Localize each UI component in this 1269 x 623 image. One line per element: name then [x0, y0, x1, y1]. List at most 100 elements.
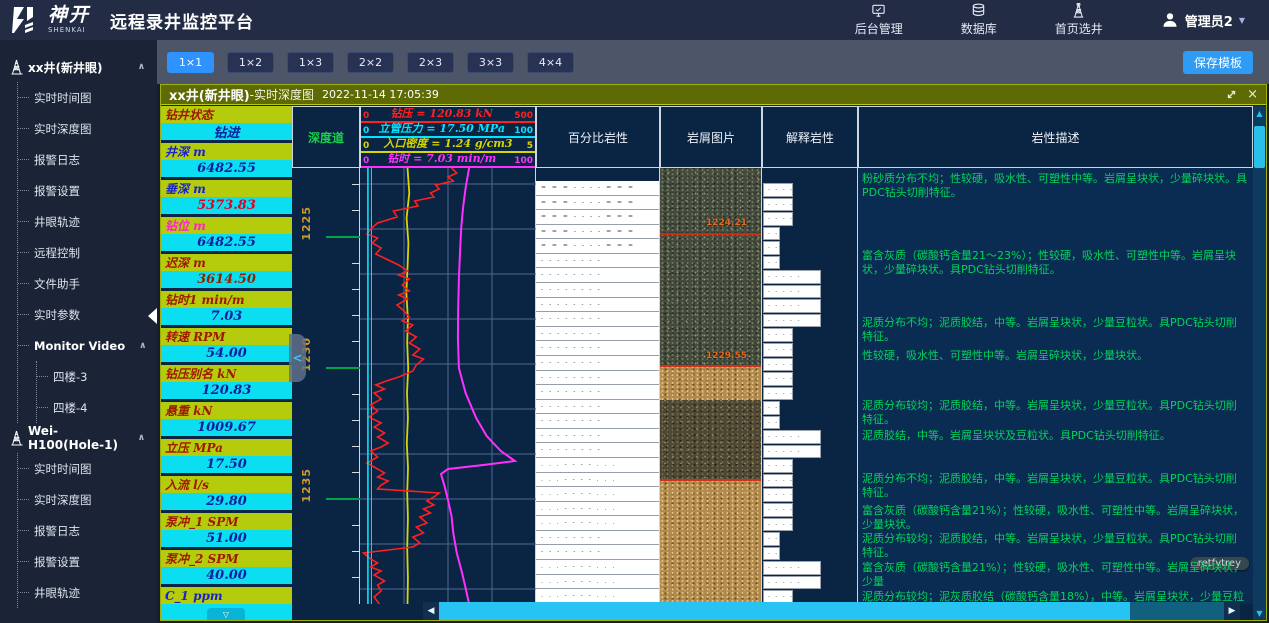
grid-button-1×1[interactable]: 1×1 [167, 52, 214, 73]
litho-description-text: 富含灰质（碳酸钙含量21～23%）；性较硬，吸水性、可塑性中等。岩屑呈块状，少量… [862, 249, 1247, 277]
rock-texture-section [660, 479, 761, 604]
sidebar-collapse-handle[interactable] [148, 308, 157, 324]
litho-pattern-row: . . . - - - - . . . [536, 458, 659, 473]
derrick-icon [1070, 3, 1087, 18]
litho-description-text: 富含灰质（碳酸钙含量21%）；性较硬，吸水性、可塑性中等。岩屑呈碎块状，少量 [862, 561, 1247, 589]
interp-litho-bar: - - - - - [763, 387, 793, 401]
save-template-button[interactable]: 保存模板 [1183, 51, 1253, 74]
grid-button-2×3[interactable]: 2×3 [407, 52, 454, 73]
curve-label: 钻压 = 120.83 kN [390, 105, 492, 121]
nav-home-well-select[interactable]: 首页选井 [1055, 3, 1103, 37]
litho-pattern-row: - - - - - - - - [536, 298, 659, 313]
tree-item[interactable]: 报警日志 [18, 515, 157, 546]
grid-button-1×2[interactable]: 1×2 [227, 52, 274, 73]
scroll-up-button[interactable]: ▲ [1253, 106, 1266, 120]
tree-item[interactable]: 实时深度图 [18, 113, 157, 144]
interp-row: - - - - - [762, 445, 857, 460]
parameter-value: 6482.55 [161, 160, 292, 177]
tree-item[interactable]: 四楼-4 [37, 392, 157, 423]
interp-row: - - - - - [762, 503, 857, 518]
grid-button-1×3[interactable]: 1×3 [287, 52, 334, 73]
horizontal-scroll-thumb[interactable] [439, 602, 1130, 620]
parameter-row: 悬重 kN1009.67 [161, 402, 292, 436]
tree-well-node[interactable]: xx井(新井眼)∧ [10, 52, 157, 82]
depth-tick [352, 210, 360, 211]
tree-item[interactable]: 实时时间图 [18, 453, 157, 484]
nav-backend-admin[interactable]: 后台管理 [855, 3, 903, 37]
litho-pattern-row: - - - - - - - - [536, 531, 659, 546]
tree-item[interactable]: 四楼-3 [37, 361, 157, 392]
tree-item-label: 实时深度图 [34, 121, 92, 137]
litho-column-header: 百分比岩性 [536, 106, 660, 168]
fullscreen-icon[interactable] [1226, 89, 1237, 100]
nav-database[interactable]: 数据库 [961, 3, 997, 37]
tree-item[interactable]: 报警设置 [18, 175, 157, 206]
logo-cn: 神开 [48, 6, 90, 25]
collapse-caret-icon[interactable]: ∧ [138, 433, 145, 443]
rock-texture-section [660, 233, 761, 365]
scroll-down-button[interactable]: ▼ [1253, 606, 1266, 620]
parameter-panel-expand-tab[interactable]: ▽ [207, 608, 245, 620]
collapse-caret-icon[interactable]: ∧ [138, 62, 145, 72]
tree-item[interactable]: 报警设置 [18, 546, 157, 577]
parameter-row: 迟深 m3614.50 [161, 254, 292, 288]
tree-group-monitor-video[interactable]: Monitor Video ∧ [18, 330, 157, 361]
parameter-row: 泵冲_1 SPM51.00 [161, 513, 292, 547]
rock-depth-label: 1224.21 [706, 218, 747, 228]
tree-item[interactable]: 井眼轨迹 [18, 577, 157, 608]
parameter-label: 转速 RPM [161, 328, 292, 345]
parameter-label: 钻井状态 [161, 106, 292, 123]
grid-button-3×3[interactable]: 3×3 [467, 52, 514, 73]
parameter-value: 120.83 [161, 382, 292, 399]
panel-title-well: xx井(新井眼) [169, 85, 250, 104]
tree-item[interactable]: 井眼轨迹 [18, 206, 157, 237]
grid-button-4×4[interactable]: 4×4 [527, 52, 574, 73]
nav-label: 数据库 [961, 20, 997, 37]
interp-litho-bar: - - - - - [763, 401, 780, 415]
collapse-caret-icon[interactable]: ∧ [139, 341, 146, 351]
horizontal-scroll-track[interactable] [439, 602, 1224, 620]
tree-item[interactable]: 实时时间图 [18, 82, 157, 113]
depth-marker-line [326, 236, 360, 238]
rock-depth-label: 1229.55 [706, 351, 747, 361]
rock-boundary-line [660, 233, 761, 235]
interp-litho-bar: - - - - - [763, 183, 793, 197]
interp-row: - - - - - [762, 314, 857, 329]
tree-item[interactable]: 远程控制 [18, 237, 157, 268]
interp-litho-bar: - - - - - [763, 198, 793, 212]
curve-min: 0 [363, 111, 369, 121]
scroll-right-button[interactable]: ▶ [1224, 602, 1240, 620]
vertical-scroll-thumb[interactable] [1254, 126, 1265, 168]
parameter-row: 泵冲_2 SPM40.00 [161, 550, 292, 584]
parameter-label: 迟深 m [161, 254, 292, 271]
parameter-row: 转速 RPM54.00 [161, 328, 292, 362]
tree-group-label: Monitor Video [34, 339, 125, 353]
well-tree: xx井(新井眼)∧实时时间图实时深度图报警日志报警设置井眼轨迹远程控制文件助手实… [0, 40, 157, 608]
backend-monitor-icon [870, 3, 887, 18]
interp-litho-bar: - - - - - [763, 212, 793, 226]
tree-item[interactable]: 实时深度图 [18, 484, 157, 515]
scroll-left-button[interactable]: ◀ [423, 602, 439, 620]
tree-item-label: 文件助手 [34, 276, 80, 292]
litho-pattern-row: - - - - - - - - [536, 283, 659, 298]
rock-texture-section [660, 365, 761, 400]
user-menu[interactable]: 管理员2 ▼ [1161, 11, 1245, 30]
param-panel-collapse-handle[interactable]: < [289, 334, 306, 382]
tree-item[interactable]: 报警日志 [18, 144, 157, 175]
interp-litho-bar: - - - - - [763, 576, 821, 590]
parameter-value: 5373.83 [161, 197, 292, 214]
parameter-label: 泵冲_1 SPM [161, 513, 292, 530]
tree-item[interactable]: 文件助手 [18, 268, 157, 299]
interp-column-header: 解释岩性 [762, 106, 858, 168]
tree-item[interactable]: 实时参数 [18, 299, 157, 330]
tree-well-node[interactable]: Wei-H100(Hole-1)∧ [10, 423, 157, 453]
grid-button-2×2[interactable]: 2×2 [347, 52, 394, 73]
interp-litho-bar: - - - - - [763, 445, 821, 459]
parameter-value: 40.00 [161, 567, 292, 584]
tree-item-label: 报警日志 [34, 523, 80, 539]
logo-en: SHENKAI [48, 27, 90, 34]
close-icon[interactable]: × [1247, 87, 1258, 102]
litho-pattern-row: . . . - - - - . . . [536, 516, 659, 531]
curve-min: 0 [363, 126, 369, 136]
depth-tick [352, 289, 360, 290]
